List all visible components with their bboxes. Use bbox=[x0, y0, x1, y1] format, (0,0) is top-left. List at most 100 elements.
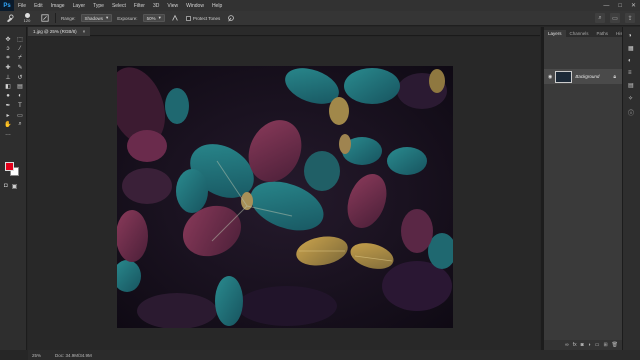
marquee-icon[interactable]: ⬚ bbox=[15, 35, 25, 44]
foreground-color-swatch[interactable] bbox=[5, 162, 14, 171]
move-icon[interactable]: ✥ bbox=[3, 35, 13, 44]
magic-wand-icon[interactable]: ⁄ bbox=[15, 45, 25, 54]
adjustments-icon[interactable]: ◐ bbox=[628, 58, 634, 64]
eye-icon[interactable]: ◉ bbox=[548, 74, 552, 80]
menu-image[interactable]: Image bbox=[47, 3, 69, 9]
brush-size-picker[interactable]: 120 bbox=[20, 13, 34, 24]
menu-3d[interactable]: 3D bbox=[149, 3, 163, 9]
share-icon[interactable]: ⇪ bbox=[625, 13, 635, 23]
separator bbox=[55, 13, 56, 23]
tool-misc: ◘ ▣ bbox=[4, 183, 17, 190]
tool-grid: ✥ ⬚ ↄ ⁄ ⌗ ⌿ ✚ ✎ ⊥ ↺ ◧ ▤ ● ◐ ✒ T ▸ ▭ ✋ ⌕ … bbox=[3, 35, 25, 139]
checkbox-box bbox=[185, 15, 191, 21]
swatches-icon[interactable]: ▦ bbox=[628, 45, 634, 52]
menu-filter[interactable]: Filter bbox=[130, 3, 149, 9]
panel-dock: ◑ ▦ ◐ ≡ ▤ ✧ ⓘ bbox=[622, 27, 640, 350]
leaves-photo[interactable] bbox=[117, 66, 453, 328]
info-icon[interactable]: ⓘ bbox=[628, 108, 634, 117]
fx-icon[interactable]: fx bbox=[573, 342, 577, 348]
panel-tabs: Layers Channels Paths History bbox=[544, 27, 630, 37]
type-icon[interactable]: T bbox=[15, 102, 25, 111]
eyedropper-icon[interactable]: ⌿ bbox=[15, 54, 25, 63]
rectangle-icon[interactable]: ▭ bbox=[15, 111, 25, 120]
options-bar: 120 Range: Shadows ▾ Exposure: 50% ▾ Pro… bbox=[0, 11, 640, 26]
menu-file[interactable]: File bbox=[14, 3, 30, 9]
layer-name: Background bbox=[575, 74, 600, 79]
chevron-down-icon: ▾ bbox=[106, 15, 109, 20]
eraser-icon[interactable]: ◧ bbox=[3, 83, 13, 92]
mask-icon[interactable]: ◙ bbox=[581, 342, 584, 348]
minimize-icon[interactable]: — bbox=[603, 3, 609, 9]
more-tools-icon[interactable]: … bbox=[3, 130, 13, 139]
path-select-icon[interactable]: ▸ bbox=[3, 111, 13, 120]
color-panel-icon[interactable]: ◑ bbox=[628, 33, 634, 39]
menu-help[interactable]: Help bbox=[208, 3, 226, 9]
menu-type[interactable]: Type bbox=[89, 3, 108, 9]
adjustment-icon[interactable]: ◑ bbox=[588, 342, 591, 348]
window-controls: — □ ✕ bbox=[603, 0, 636, 11]
link-icon[interactable]: ∞ bbox=[565, 342, 569, 348]
menu-window[interactable]: Window bbox=[182, 3, 208, 9]
layers-panel-footer: ∞ fx ◙ ◑ ▭ ⊞ 🗑︎ bbox=[544, 340, 622, 350]
options-right-group: ⌕ ▭ ⇪ bbox=[595, 13, 635, 23]
quick-mask-icon[interactable]: ◘ bbox=[4, 183, 8, 190]
document-info[interactable]: Doc: 34.9M/34.9M bbox=[55, 353, 92, 358]
pressure-size-icon[interactable] bbox=[225, 13, 236, 24]
menu-bar: Ps File Edit Image Layer Type Select Fil… bbox=[0, 0, 640, 11]
exposure-input[interactable]: 50% ▾ bbox=[142, 14, 165, 22]
burn-tool-icon[interactable] bbox=[4, 13, 15, 24]
menu-layer[interactable]: Layer bbox=[69, 3, 90, 9]
group-icon[interactable]: ▭ bbox=[595, 342, 600, 348]
layers-panel: Layers Channels Paths History ◉ Backgrou… bbox=[544, 27, 630, 350]
protect-tones-checkbox[interactable]: Protect Tones bbox=[185, 15, 221, 21]
document-title: 1.jpg @ 25% (RGB/8) bbox=[33, 29, 77, 34]
styles-icon[interactable]: ✧ bbox=[628, 95, 634, 102]
canvas-area[interactable] bbox=[28, 37, 540, 350]
menu-view[interactable]: View bbox=[163, 3, 182, 9]
workspace-icon[interactable]: ▭ bbox=[610, 13, 620, 23]
layer-row-background[interactable]: ◉ Background 🔒︎ bbox=[544, 69, 622, 84]
lasso-icon[interactable]: ↄ bbox=[3, 45, 13, 54]
trash-icon[interactable]: 🗑︎ bbox=[612, 342, 618, 348]
screen-mode-icon[interactable]: ▣ bbox=[12, 183, 18, 190]
maximize-icon[interactable]: □ bbox=[618, 3, 622, 9]
dodge-icon[interactable]: ◐ bbox=[15, 92, 25, 101]
properties-icon[interactable]: ≡ bbox=[628, 70, 634, 76]
photoshop-logo-icon[interactable]: Ps bbox=[0, 0, 14, 11]
range-select[interactable]: Shadows ▾ bbox=[80, 14, 113, 22]
dock-icons: ◑ ▦ ◐ ≡ ▤ ✧ ⓘ bbox=[628, 33, 634, 117]
zoom-level[interactable]: 25% bbox=[32, 353, 41, 358]
pen-icon[interactable]: ✒ bbox=[3, 102, 13, 111]
chevron-down-icon: ▾ bbox=[158, 15, 161, 20]
lock-icon: 🔒︎ bbox=[613, 73, 616, 80]
airbrush-icon[interactable] bbox=[170, 13, 181, 24]
tab-channels[interactable]: Channels bbox=[566, 30, 593, 37]
tab-paths[interactable]: Paths bbox=[593, 30, 613, 37]
leaves-image bbox=[117, 66, 453, 328]
gradient-icon[interactable]: ▤ bbox=[15, 83, 25, 92]
brush-size-value: 120 bbox=[23, 18, 31, 23]
crop-icon[interactable]: ⌗ bbox=[3, 54, 13, 63]
protect-tones-label: Protect Tones bbox=[192, 15, 221, 21]
zoom-icon[interactable]: ⌕ bbox=[15, 121, 25, 130]
range-value: Shadows bbox=[84, 15, 104, 21]
libraries-icon[interactable]: ▤ bbox=[628, 82, 634, 89]
search-icon[interactable]: ⌕ bbox=[595, 13, 605, 23]
exposure-label: Exposure: bbox=[117, 15, 138, 21]
close-tab-icon[interactable]: × bbox=[83, 29, 86, 34]
tab-layers[interactable]: Layers bbox=[544, 30, 566, 37]
brush-settings-icon[interactable] bbox=[39, 13, 50, 24]
menu-edit[interactable]: Edit bbox=[30, 3, 47, 9]
clone-stamp-icon[interactable]: ⊥ bbox=[3, 73, 13, 82]
hand-icon[interactable]: ✋ bbox=[3, 121, 13, 130]
new-layer-icon[interactable]: ⊞ bbox=[603, 342, 607, 348]
close-icon[interactable]: ✕ bbox=[631, 2, 636, 9]
document-tab[interactable]: 1.jpg @ 25% (RGB/8) × bbox=[28, 27, 91, 36]
history-brush-icon[interactable]: ↺ bbox=[15, 73, 25, 82]
range-label: Range: bbox=[61, 15, 76, 21]
blur-icon[interactable]: ● bbox=[3, 92, 13, 101]
healing-brush-icon[interactable]: ✚ bbox=[3, 64, 13, 73]
exposure-value: 50% bbox=[146, 15, 156, 21]
menu-select[interactable]: Select bbox=[108, 3, 130, 9]
brush-icon[interactable]: ✎ bbox=[15, 64, 25, 73]
